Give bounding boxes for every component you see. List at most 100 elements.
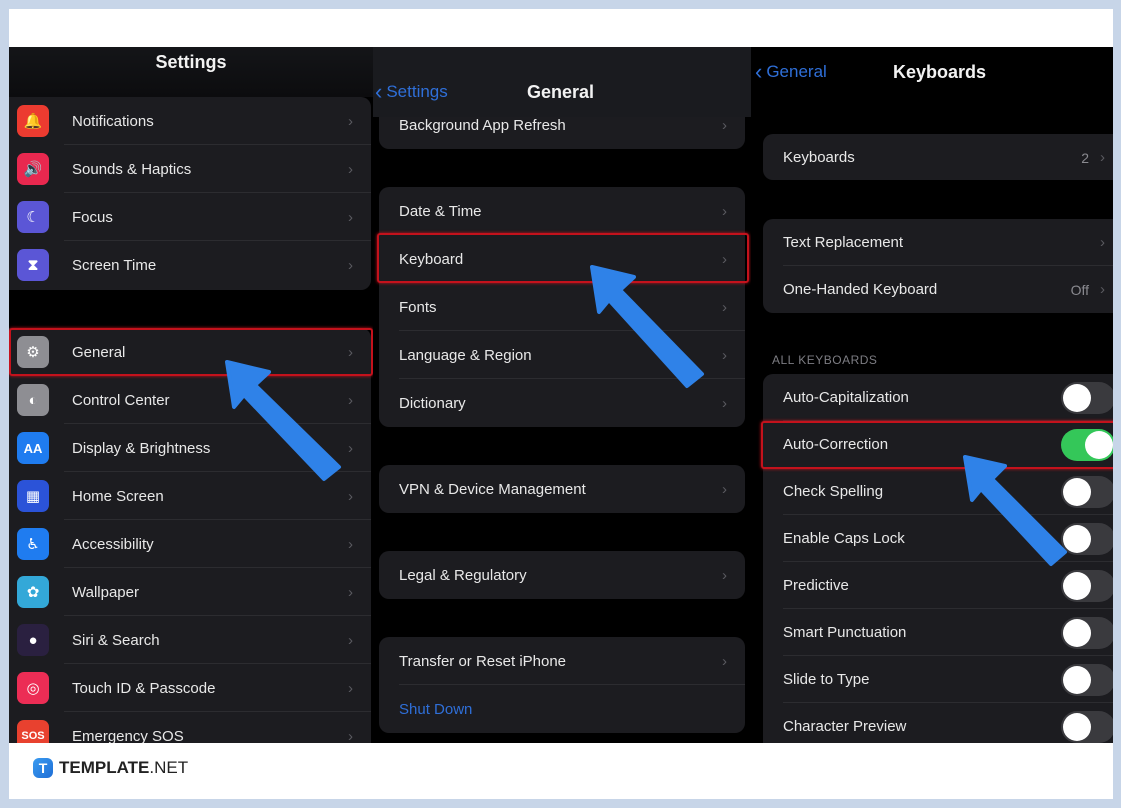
item-label: Enable Caps Lock: [783, 530, 905, 547]
toggle-row-smart-punctuation: Smart Punctuation: [763, 609, 1113, 656]
general-item-transfer-or-reset-iphone[interactable]: Transfer or Reset iPhone ›: [379, 637, 745, 685]
chevron-right-icon: ›: [722, 394, 727, 412]
moon-icon: ☾: [17, 201, 49, 233]
auto-correction-toggle[interactable]: [1061, 428, 1113, 461]
check-spelling-toggle[interactable]: [1061, 475, 1113, 508]
auto-capitalization-toggle[interactable]: [1061, 381, 1113, 414]
template-logo-icon: T: [33, 758, 53, 778]
item-label: VPN & Device Management: [399, 480, 586, 498]
toggle-knob: [1063, 524, 1091, 553]
predictive-toggle[interactable]: [1061, 569, 1113, 602]
settings-item-screen-time[interactable]: ⧗ Screen Time ›: [9, 241, 371, 289]
item-label: Date & Time: [399, 202, 482, 220]
settings-item-accessibility[interactable]: ♿ Accessibility ›: [9, 520, 371, 568]
toggle-knob: [1085, 430, 1113, 459]
chevron-right-icon: ›: [722, 202, 727, 220]
toggle-row-predictive: Predictive: [763, 562, 1113, 609]
item-label: Keyboard: [399, 250, 464, 268]
bell-icon: 🔔: [17, 105, 49, 137]
chevron-right-icon: ›: [348, 439, 353, 457]
keyboards-group-2: Text Replacement › One-Handed Keyboard Off ›: [763, 219, 1113, 313]
switches-icon: ◐: [17, 384, 49, 416]
chevron-right-icon: ›: [348, 208, 353, 226]
item-label: Home Screen: [72, 487, 164, 505]
settings-item-notifications[interactable]: 🔔 Notifications ›: [9, 97, 371, 145]
item-label: Slide to Type: [783, 671, 870, 688]
item-label: Screen Time: [72, 256, 157, 274]
settings-item-display-and-brightness[interactable]: AA Display & Brightness ›: [9, 424, 371, 472]
general-item-keyboard[interactable]: Keyboard ›: [379, 235, 745, 283]
item-label: Display & Brightness: [72, 439, 211, 457]
settings-item-wallpaper[interactable]: ✿ Wallpaper ›: [9, 568, 371, 616]
settings-item-touch-id-and-passcode[interactable]: ◎ Touch ID & Passcode ›: [9, 664, 371, 712]
item-label: Sounds & Haptics: [72, 160, 192, 178]
item-label: Text Replacement: [783, 234, 904, 251]
gear-icon: ⚙: [17, 336, 49, 368]
general-group-2: Date & Time › Keyboard › Fonts › Language & Re…: [379, 187, 745, 427]
item-label: Dictionary: [399, 394, 466, 412]
general-group-5: Transfer or Reset iPhone › Shut Down: [379, 637, 745, 733]
text-size-icon: AA: [17, 432, 49, 464]
brand-bold: TEMPLATE: [59, 758, 150, 777]
chevron-right-icon: ›: [348, 535, 353, 553]
item-label: Check Spelling: [783, 483, 884, 500]
brand-name: TEMPLATE.NET: [59, 758, 188, 778]
chevron-right-icon: ›: [722, 298, 727, 316]
settings-item-general[interactable]: ⚙ General ›: [9, 328, 371, 376]
item-label: Legal & Regulatory: [399, 566, 527, 584]
toggle-row-enable-caps-lock: Enable Caps Lock: [763, 515, 1113, 562]
general-item-language-and-region[interactable]: Language & Region ›: [379, 331, 745, 379]
item-label: Character Preview: [783, 718, 907, 735]
item-label: Keyboards: [783, 149, 855, 166]
smart-punctuation-toggle[interactable]: [1061, 616, 1113, 649]
toggle-row-auto-correction: Auto-Correction: [763, 421, 1113, 468]
settings-item-siri-and-search[interactable]: ● Siri & Search ›: [9, 616, 371, 664]
chevron-right-icon: ›: [1100, 149, 1105, 166]
chevron-right-icon: ›: [348, 487, 353, 505]
page-title: Keyboards: [893, 62, 987, 82]
siri-icon: ●: [17, 624, 49, 656]
general-item-shut-down[interactable]: Shut Down: [379, 685, 745, 733]
toggle-knob: [1063, 665, 1091, 694]
keyboards-count: 2: [1081, 149, 1089, 166]
back-to-settings-button[interactable]: ‹ Settings: [375, 81, 448, 103]
general-item-vpn-and-device-management[interactable]: VPN & Device Management ›: [379, 465, 745, 513]
settings-item-sounds-and-haptics[interactable]: 🔊 Sounds & Haptics ›: [9, 145, 371, 193]
toggle-knob: [1063, 383, 1091, 412]
general-navbar: ‹ Settings General: [373, 47, 751, 117]
item-label: Notifications: [72, 112, 154, 130]
general-item-legal-and-regulatory[interactable]: Legal & Regulatory ›: [379, 551, 745, 599]
settings-item-control-center[interactable]: ◐ Control Center ›: [9, 376, 371, 424]
toggle-knob: [1063, 477, 1091, 506]
chevron-right-icon: ›: [348, 583, 353, 601]
item-label: Auto-Capitalization: [783, 389, 909, 406]
settings-item-focus[interactable]: ☾ Focus ›: [9, 193, 371, 241]
chevron-right-icon: ›: [722, 652, 727, 670]
back-to-general-button[interactable]: ‹ General: [755, 61, 827, 83]
settings-item-home-screen[interactable]: ▦ Home Screen ›: [9, 472, 371, 520]
general-item-date-and-time[interactable]: Date & Time ›: [379, 187, 745, 235]
keyboards-item-text-replacement[interactable]: Text Replacement ›: [763, 219, 1113, 266]
chevron-right-icon: ›: [348, 256, 353, 274]
speaker-icon: 🔊: [17, 153, 49, 185]
enable-caps-lock-toggle[interactable]: [1061, 522, 1113, 555]
item-label: Auto-Correction: [783, 436, 889, 453]
settings-item-emergency-sos[interactable]: SOS Emergency SOS ›: [9, 712, 371, 743]
toggle-row-slide-to-type: Slide to Type: [763, 656, 1113, 703]
brand-logo: T TEMPLATE.NET: [33, 758, 188, 778]
slide-to-type-toggle[interactable]: [1061, 663, 1113, 696]
back-chevron-icon: ‹: [375, 79, 383, 104]
keyboards-item-one-handed-keyboard[interactable]: One-Handed Keyboard Off ›: [763, 266, 1113, 313]
chevron-right-icon: ›: [348, 679, 353, 697]
general-item-dictionary[interactable]: Dictionary ›: [379, 379, 745, 427]
general-group-4: Legal & Regulatory ›: [379, 551, 745, 599]
keyboards-item-keyboards[interactable]: Keyboards 2 ›: [763, 134, 1113, 180]
chevron-right-icon: ›: [1100, 234, 1105, 251]
item-label: Wallpaper: [72, 583, 139, 601]
keyboards-navbar: ‹ General Keyboards: [751, 47, 1113, 99]
hourglass-icon: ⧗: [17, 249, 49, 281]
item-label: Siri & Search: [72, 631, 160, 649]
general-item-fonts[interactable]: Fonts ›: [379, 283, 745, 331]
keyboards-group-1: Keyboards 2 ›: [763, 134, 1113, 180]
character-preview-toggle[interactable]: [1061, 710, 1113, 743]
